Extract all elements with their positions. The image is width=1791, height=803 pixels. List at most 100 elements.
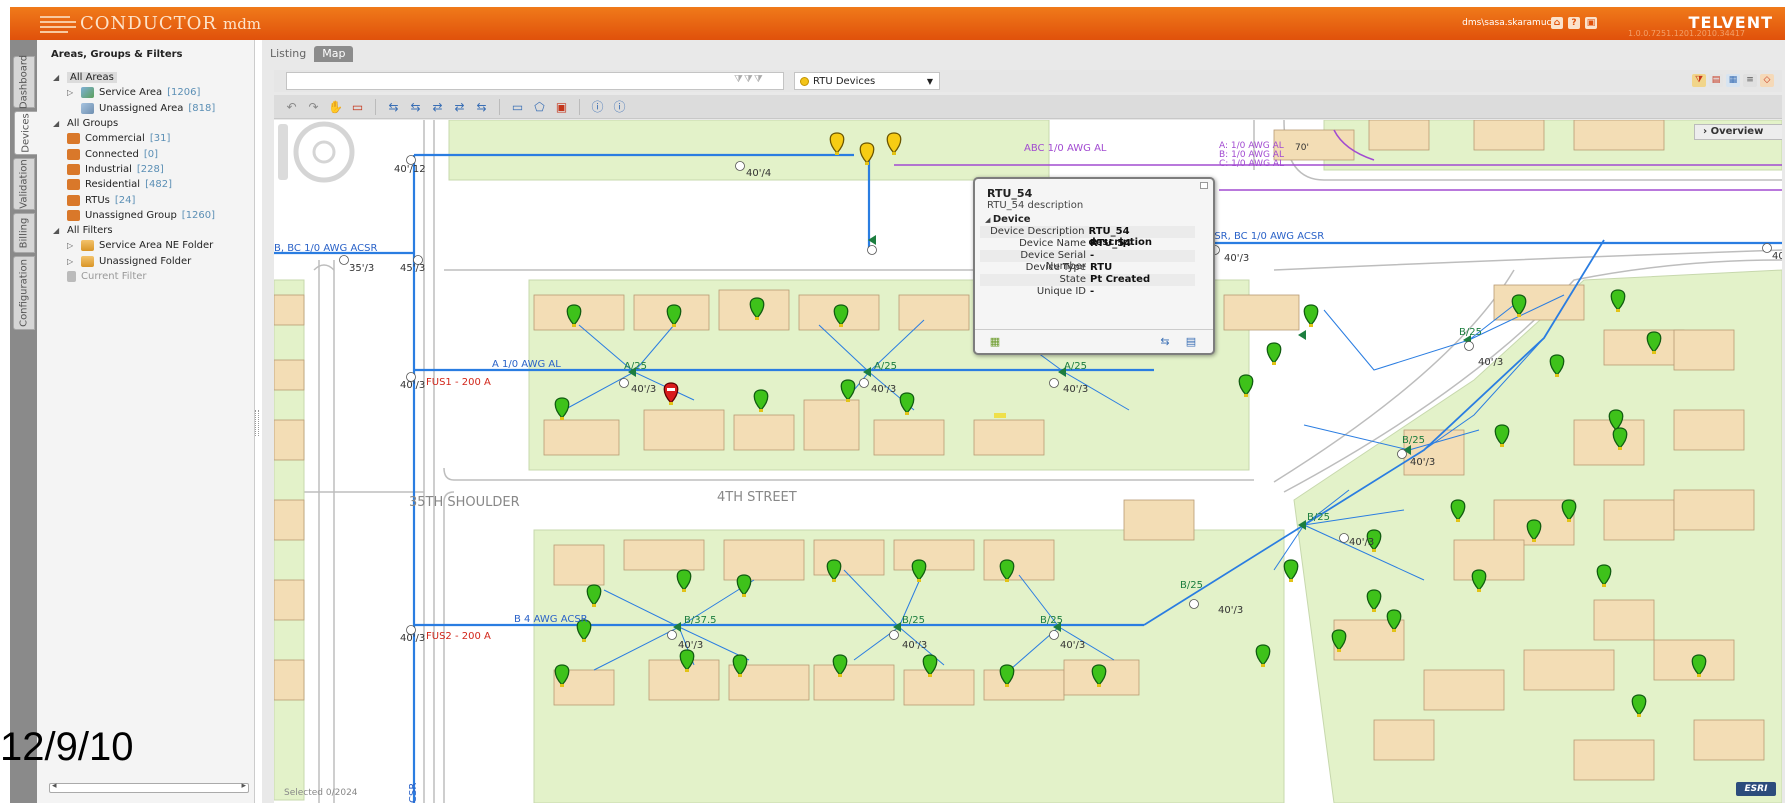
overview-toggle[interactable]: › Overview bbox=[1694, 124, 1782, 140]
lock-icon[interactable]: ⌂ bbox=[1551, 17, 1563, 29]
popup-row: Device Description RTU_54 description bbox=[980, 226, 1195, 248]
network-downstream-icon[interactable]: ⇄ bbox=[450, 98, 469, 116]
tree-current-filter[interactable]: Current Filter bbox=[53, 269, 215, 284]
tab-dashboard[interactable]: Dashboard bbox=[13, 55, 35, 109]
house bbox=[1573, 120, 1665, 151]
pan-hand-icon[interactable]: ✋ bbox=[326, 98, 345, 116]
tab-listing[interactable]: Listing bbox=[262, 46, 314, 62]
tab-validation[interactable]: Validation bbox=[13, 158, 35, 210]
collapse-icon[interactable]: ◢ bbox=[53, 119, 67, 128]
export-icon[interactable]: ▤ bbox=[1709, 74, 1723, 87]
tree-filter-service-area-ne[interactable]: ▷ Service Area NE Folder bbox=[53, 238, 215, 253]
network-trace-add-icon[interactable]: ⇆ bbox=[406, 98, 425, 116]
grid-icon[interactable]: ▦ bbox=[1726, 74, 1740, 87]
screen-icon[interactable]: ▣ bbox=[1585, 17, 1597, 29]
collapse-icon[interactable]: ◢ bbox=[53, 226, 67, 235]
pole-marker bbox=[859, 378, 869, 388]
eraser-icon[interactable]: ◇ bbox=[1760, 74, 1774, 87]
network-trace-icon[interactable]: ⇆ bbox=[1157, 336, 1173, 348]
tab-billing[interactable]: Billing bbox=[13, 213, 35, 253]
expand-icon[interactable]: ▷ bbox=[67, 241, 81, 250]
forward-icon[interactable]: ↷ bbox=[304, 98, 323, 116]
house bbox=[274, 659, 305, 701]
network-clear-icon[interactable]: ⇆ bbox=[472, 98, 491, 116]
device-pin-green-base bbox=[1456, 519, 1460, 522]
tree-filter-unassigned-folder[interactable]: ▷ Unassigned Folder bbox=[53, 254, 215, 269]
device-pin-green-base bbox=[755, 317, 759, 320]
current-user: dms\sasa.skaramuca bbox=[1462, 18, 1557, 28]
device-pin-green[interactable] bbox=[1266, 342, 1282, 365]
view-tabs: Listing Map bbox=[262, 46, 354, 62]
label-b375: B/37.5 bbox=[684, 615, 717, 626]
conductor-logo: CONDUCTOR mdm bbox=[40, 11, 261, 36]
tree-group-commercial[interactable]: Commercial [31] bbox=[53, 131, 215, 146]
tree-unassigned-area[interactable]: Unassigned Area [818] bbox=[53, 101, 215, 116]
tree-group-unassigned[interactable]: Unassigned Group [1260] bbox=[53, 208, 215, 223]
layers-icon[interactable]: ≡ bbox=[1743, 74, 1757, 87]
popup-description: RTU_54 description bbox=[987, 200, 1084, 211]
close-icon[interactable] bbox=[1200, 182, 1208, 189]
tree-group-rtus[interactable]: RTUs [24] bbox=[53, 192, 215, 207]
panel-splitter[interactable] bbox=[255, 410, 259, 436]
popup-section-device[interactable]: Device bbox=[985, 214, 1031, 225]
layer-select[interactable]: RTU Devices ▼ bbox=[794, 72, 940, 90]
device-pin-green-base bbox=[1337, 649, 1341, 652]
network-upstream-icon[interactable]: ⇄ bbox=[428, 98, 447, 116]
label-70: 70' bbox=[1295, 143, 1309, 153]
tree-all-groups[interactable]: ◢ All Groups bbox=[53, 116, 215, 131]
group-icon bbox=[67, 209, 80, 221]
map-navigation-control[interactable] bbox=[274, 120, 356, 184]
folder-icon bbox=[81, 240, 94, 252]
tree-service-area[interactable]: ▷ Service Area [1206] bbox=[53, 85, 215, 100]
panel-horizontal-scrollbar[interactable] bbox=[49, 781, 249, 793]
app-header: CONDUCTOR mdm dms\sasa.skaramuca ⌂ ? ▣ TE… bbox=[10, 7, 1785, 40]
map-canvas[interactable]: 4TH STREET 35TH SHOULDER FUS1 - 200 A FU… bbox=[274, 120, 1782, 803]
tab-map[interactable]: Map bbox=[314, 46, 354, 62]
network-trace-icon[interactable]: ⇆ bbox=[384, 98, 403, 116]
select-rectangle-icon[interactable]: ▭ bbox=[508, 98, 527, 116]
search-filter-icons[interactable]: ⧩⧩⧩ bbox=[734, 74, 764, 85]
label-40-3: 40'/3 bbox=[1063, 384, 1088, 395]
add-to-group-icon[interactable]: ▦ bbox=[987, 336, 1003, 348]
device-pin-green-base bbox=[905, 412, 909, 415]
tab-configuration[interactable]: Configuration bbox=[13, 256, 35, 330]
back-icon[interactable]: ↶ bbox=[282, 98, 301, 116]
tab-devices[interactable]: Devices bbox=[14, 111, 38, 155]
clear-selection-icon[interactable]: ▣ bbox=[552, 98, 571, 116]
pole-marker bbox=[1189, 599, 1199, 609]
collapse-icon[interactable]: ◢ bbox=[53, 73, 67, 82]
expand-icon[interactable]: ▷ bbox=[67, 88, 81, 97]
house bbox=[1693, 719, 1765, 761]
pole-marker bbox=[735, 161, 745, 171]
expand-icon[interactable]: ▷ bbox=[67, 257, 81, 266]
device-pin-green-base bbox=[1637, 714, 1641, 717]
label-40-3: 40'/3 bbox=[400, 380, 425, 391]
label-b25: B/25 bbox=[1307, 512, 1330, 523]
house bbox=[723, 539, 805, 581]
device-pin-green[interactable] bbox=[1303, 304, 1319, 327]
tree-all-areas[interactable]: ◢ All Areas bbox=[53, 70, 215, 85]
device-details-icon[interactable]: ▤ bbox=[1183, 336, 1199, 348]
search-input[interactable] bbox=[286, 72, 784, 90]
group-icon bbox=[67, 148, 80, 160]
house bbox=[1368, 120, 1430, 151]
info-icon[interactable]: ⓘ bbox=[588, 98, 607, 116]
select-polygon-icon[interactable]: ⬠ bbox=[530, 98, 549, 116]
tree-group-connected[interactable]: Connected [0] bbox=[53, 146, 215, 161]
popup-title: RTU_54 bbox=[987, 187, 1033, 200]
label-line-abc: ABC 1/0 AWG AL bbox=[1024, 143, 1107, 154]
device-pin-green[interactable] bbox=[1283, 559, 1299, 582]
zoom-box-icon[interactable]: ▭ bbox=[348, 98, 367, 116]
map-area-icon bbox=[81, 87, 94, 99]
tree-group-residential[interactable]: Residential [482] bbox=[53, 177, 215, 192]
house bbox=[274, 499, 305, 541]
info-clear-icon[interactable]: ⓘ bbox=[610, 98, 629, 116]
label-40-3: 40'/3 bbox=[871, 384, 896, 395]
areas-groups-filters-panel: Areas, Groups & Filters ◢ All Areas ▷ Serv… bbox=[37, 40, 255, 803]
tree-group-industrial[interactable]: Industrial [228] bbox=[53, 162, 215, 177]
house bbox=[1223, 294, 1300, 331]
device-pin-green-base bbox=[1372, 549, 1376, 552]
help-icon[interactable]: ? bbox=[1568, 17, 1580, 29]
filter-clear-icon[interactable]: ⧩ bbox=[1692, 74, 1706, 87]
tree-all-filters[interactable]: ◢ All Filters bbox=[53, 223, 215, 238]
